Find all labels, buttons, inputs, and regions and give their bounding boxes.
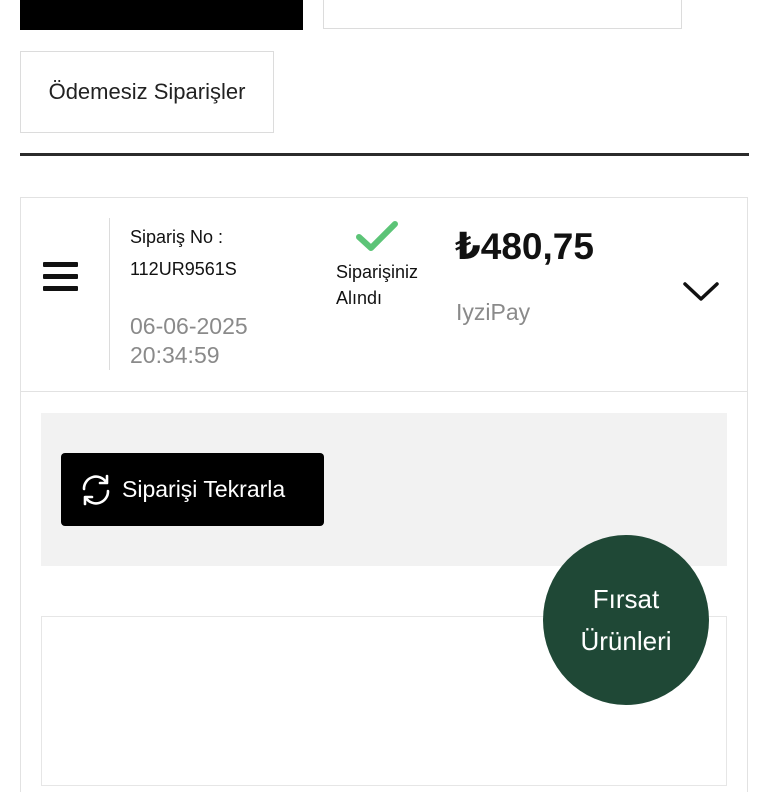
- payment-method: IyziPay: [456, 299, 531, 325]
- chevron-down-icon[interactable]: [682, 280, 720, 304]
- deals-fab-line-1: Fırsat: [592, 584, 660, 614]
- reorder-button-label: Siparişi Tekrarla: [122, 476, 286, 502]
- order-status-line-1: Siparişiniz: [336, 262, 419, 282]
- tab-active[interactable]: [20, 0, 303, 30]
- order-number-label: Sipariş No :: [130, 227, 224, 247]
- tab-secondary[interactable]: [323, 0, 682, 29]
- order-status-line-2: Alındı: [336, 288, 383, 308]
- refresh-icon: [82, 474, 110, 505]
- order-card[interactable]: Sipariş No : 112UR9561S 06-06-2025 20:34…: [20, 197, 748, 392]
- deals-fab-button[interactable]: Fırsat Ürünleri: [543, 535, 709, 705]
- order-datetime: 06-06-2025 20:34:59: [130, 312, 248, 370]
- card-separator: [109, 218, 110, 370]
- reorder-button[interactable]: Siparişi Tekrarla: [61, 453, 324, 526]
- order-date: 06-06-2025: [130, 313, 248, 339]
- tab-unpaid-orders[interactable]: Ödemesiz Siparişler: [20, 51, 274, 133]
- deals-fab-line-2: Ürünleri: [580, 626, 672, 656]
- menu-icon[interactable]: [43, 262, 78, 292]
- order-total: ₺480,75: [455, 226, 594, 267]
- order-number: 112UR9561S: [130, 259, 237, 279]
- section-divider: [20, 153, 749, 156]
- check-icon: [356, 221, 398, 251]
- order-time: 20:34:59: [130, 342, 220, 368]
- order-status: Siparişiniz Alındı: [336, 259, 418, 311]
